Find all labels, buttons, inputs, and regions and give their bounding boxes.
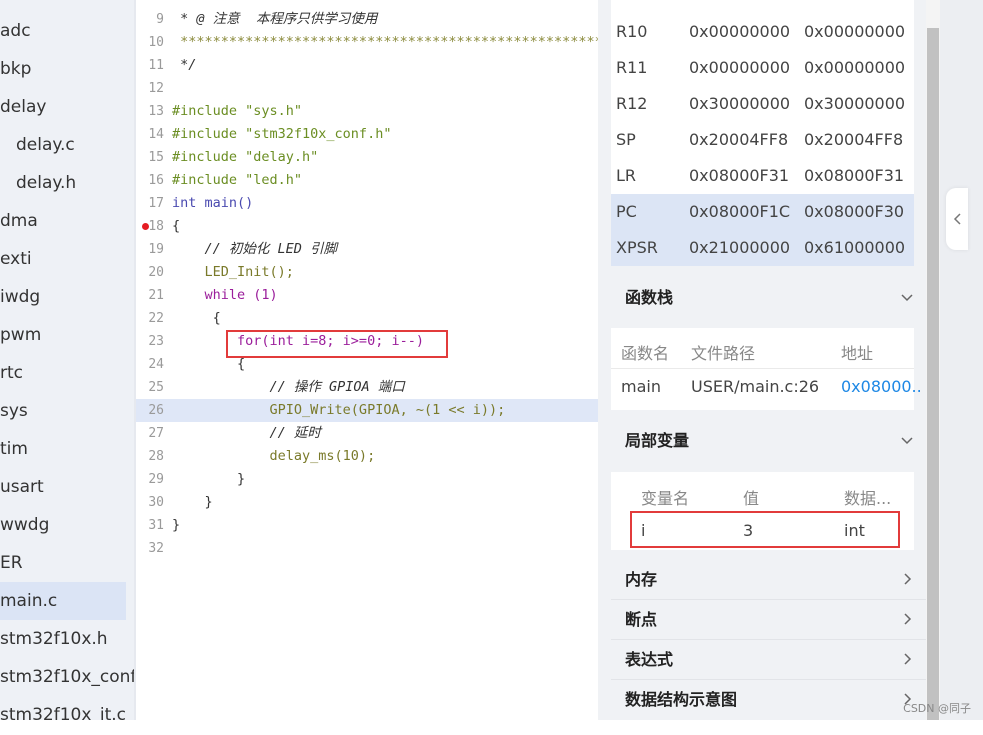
tree-item-stm32f10x-h[interactable]: stm32f10x.h [0,620,126,658]
annotation-box-local-var [630,511,900,548]
code-line: 10 *************************************… [148,34,598,50]
panel-scrollbar-thumb[interactable] [927,28,939,720]
code-line: 13 #include "sys.h" [148,103,303,119]
file-tree: adc bkp delay delay.c delay.h dma exti i… [0,0,134,720]
chevron-down-icon [900,421,914,476]
code-line: 29 } [148,471,246,487]
call-stack-address-link[interactable]: 0x08000.. [841,377,922,396]
register-row: SP 0x20004FF8 0x20004FF8 [611,122,914,158]
code-line: 14 #include "stm32f10x_conf.h" [148,126,392,142]
tree-item-stm32f10x-conf-h[interactable]: stm32f10x_conf.h [0,658,134,696]
collapse-panel-button[interactable] [946,188,968,250]
tree-item-adc[interactable]: adc [0,12,126,50]
code-line: 17 int main() [148,195,254,211]
tree-item-delay-h[interactable]: delay.h [0,164,126,202]
chevron-left-icon [953,208,963,234]
register-row: R11 0x00000000 0x00000000 [611,50,914,86]
expressions-section-header[interactable]: 表达式 [611,640,926,680]
memory-section-header[interactable]: 内存 [611,560,926,600]
code-line: 28 delay_ms(10); [148,448,376,464]
code-line: 30 } [148,494,213,510]
tree-item-delay[interactable]: delay [0,88,126,126]
watermark: CSDN @同子 [903,702,971,715]
call-stack-path[interactable]: USER/main.c:26 [691,377,819,396]
code-line: 12 [148,81,164,96]
tree-item-iwdg[interactable]: iwdg [0,278,126,316]
locals-header[interactable]: 局部变量 [611,421,926,461]
code-line: 32 [148,541,164,556]
tree-item-exti[interactable]: exti [0,240,126,278]
code-line: 25 // 操作 GPIOA 端口 [148,379,405,395]
tree-item-user-folder[interactable]: ER [0,544,126,582]
tree-item-usart[interactable]: usart [0,468,126,506]
code-line: 19 // 初始化 LED 引脚 [148,241,338,257]
chevron-down-icon [900,278,914,333]
tree-item-bkp[interactable]: bkp [0,50,126,88]
code-line: 31} [148,517,181,533]
code-line: 15 #include "delay.h" [148,149,319,165]
register-row-changed: PC 0x08000F1C 0x08000F30 [611,194,914,230]
code-line: 20 LED_Init(); [148,264,294,280]
code-line: 16 #include "led.h" [148,172,303,188]
right-strip [940,0,983,720]
code-line: 27 // 延时 [148,425,321,441]
tree-item-sys[interactable]: sys [0,392,126,430]
tree-item-tim[interactable]: tim [0,430,126,468]
code-line: 9 * @ 注意 本程序只供学习使用 [156,11,378,27]
code-line: 21 while (1) [148,287,278,303]
call-stack-table: 函数名 文件路径 地址 main USER/main.c:26 0x08000.… [611,328,922,410]
call-stack-header[interactable]: 函数栈 [611,278,926,318]
code-line-current: 26 GPIO_Write(GPIOA, ~(1 << i)); [136,399,598,422]
register-row: LR 0x08000F31 0x08000F31 [611,158,914,194]
tree-item-main-c[interactable]: main.c [0,582,126,620]
code-line: 22 { [148,310,221,326]
annotation-box-for-loop [226,330,448,358]
tree-item-stm32f10x-it-c[interactable]: stm32f10x_it.c [0,696,126,720]
register-row-partial [611,0,914,14]
register-row: R12 0x30000000 0x30000000 [611,86,914,122]
tree-item-delay-c[interactable]: delay.c [0,126,126,164]
breakpoints-section-header[interactable]: 断点 [611,600,926,640]
tree-item-dma[interactable]: dma [0,202,126,240]
code-line: 11 */ [148,57,197,73]
tree-item-pwm[interactable]: pwm [0,316,126,354]
call-stack-func[interactable]: main [621,377,661,396]
code-editor[interactable]: 9 * @ 注意 本程序只供学习使用 10 ******************… [136,0,598,720]
code-line-breakpoint: 18{ [136,215,598,238]
register-row-changed: XPSR 0x21000000 0x61000000 [611,230,914,266]
tree-item-rtc[interactable]: rtc [0,354,126,392]
register-row: R10 0x00000000 0x00000000 [611,14,914,50]
tree-item-wwdg[interactable]: wwdg [0,506,126,544]
data-structure-section-header[interactable]: 数据结构示意图 [611,680,926,720]
